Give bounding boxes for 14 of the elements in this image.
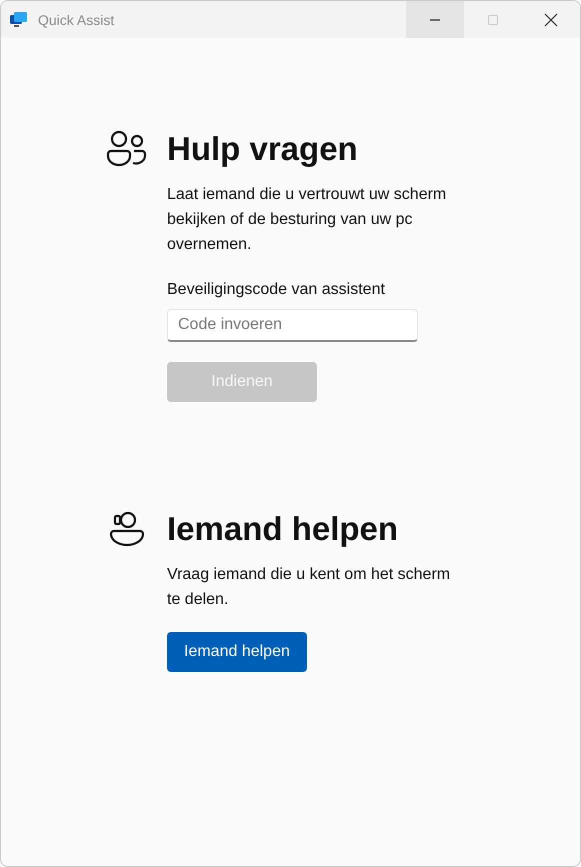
description: Vraag iemand die u kent om het scherm te delen. <box>167 565 452 610</box>
people-icon <box>106 130 148 168</box>
maximize-icon <box>487 14 499 26</box>
help-button[interactable]: Iemand helpen <box>167 632 307 672</box>
close-icon <box>544 12 558 26</box>
section-heading: Hulp vragen <box>167 130 358 168</box>
section-heading: Iemand helpen <box>167 510 398 548</box>
window-title: Quick Assist <box>38 12 114 28</box>
description: Laat iemand die u vertrouwt uw scherm bekijken of de besturing van uw pc overnemen. <box>167 185 448 255</box>
field-label: Beveiligingscode van assistent <box>167 281 385 299</box>
minimize-icon <box>429 18 441 20</box>
app-icon <box>10 10 28 28</box>
minimize-button[interactable] <box>406 1 464 38</box>
code-input-field[interactable]: Code invoeren <box>167 309 418 342</box>
